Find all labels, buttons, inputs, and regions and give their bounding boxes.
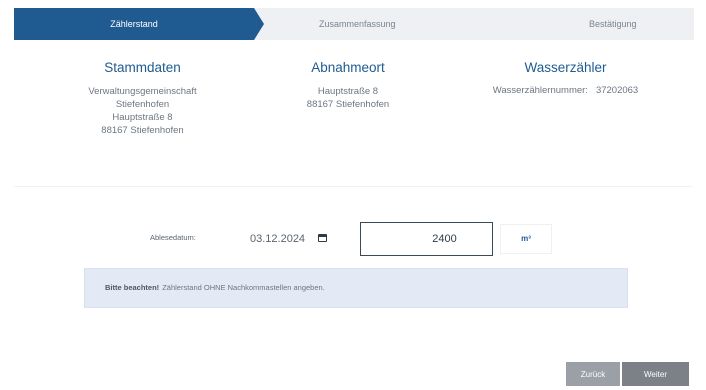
step-label: Bestätigung <box>589 19 637 29</box>
step-label: Zusammenfassung <box>319 19 396 29</box>
date-field[interactable]: 03.12.2024 <box>240 224 348 254</box>
divider <box>14 186 692 187</box>
date-value: 03.12.2024 <box>250 233 306 245</box>
section-title: Abnahmeort <box>311 60 385 75</box>
address-line: 88167 Stiefenhofen <box>306 99 390 110</box>
step-label: Zählerstand <box>110 19 158 29</box>
meter-reading-input[interactable] <box>360 222 493 256</box>
water-meter-section: Wasserzähler Wasserzählernummer: 37202063 <box>458 60 673 96</box>
notice-text: Zählerstand OHNE Nachkommastellen angebe… <box>162 283 325 292</box>
next-button[interactable]: Weiter <box>622 362 689 386</box>
notice-bold: Bitte beachten! <box>105 283 160 292</box>
progress-stepper: Zählerstand Zusammenfassung Bestätigung <box>14 8 694 40</box>
address-line: Verwaltungsgemeinschaft <box>88 86 197 97</box>
info-notice: Bitte beachten! Zählerstand OHNE Nachkomm… <box>84 268 628 308</box>
date-label: Ablesedatum: <box>150 233 196 242</box>
unit-label: m³ <box>500 224 552 254</box>
meter-number-value: 37202063 <box>595 85 639 96</box>
section-title: Stammdaten <box>104 60 181 75</box>
address-line: Stiefenhofen <box>115 99 170 110</box>
step-summary: Zusammenfassung <box>319 8 396 40</box>
meter-number-row: Wasserzählernummer: 37202063 <box>458 85 673 96</box>
back-button[interactable]: Zurück <box>566 362 620 386</box>
address-line: Hauptstraße 8 <box>112 112 173 123</box>
step-meter-reading: Zählerstand <box>14 8 264 40</box>
location-section: Abnahmeort Hauptstraße 8 88167 Stiefenho… <box>263 60 433 111</box>
section-title: Wasserzähler <box>524 60 607 75</box>
reading-form: Ablesedatum: 03.12.2024 m³ <box>0 222 706 256</box>
address-line: Hauptstraße 8 <box>317 86 379 97</box>
step-confirmation: Bestätigung <box>589 8 637 40</box>
meter-number-label: Wasserzählernummer: <box>492 85 588 96</box>
master-data-section: Stammdaten Verwaltungsgemeinschaft Stief… <box>50 60 235 137</box>
calendar-icon[interactable] <box>318 234 327 242</box>
address-line: 88167 Stiefenhofen <box>101 125 184 136</box>
